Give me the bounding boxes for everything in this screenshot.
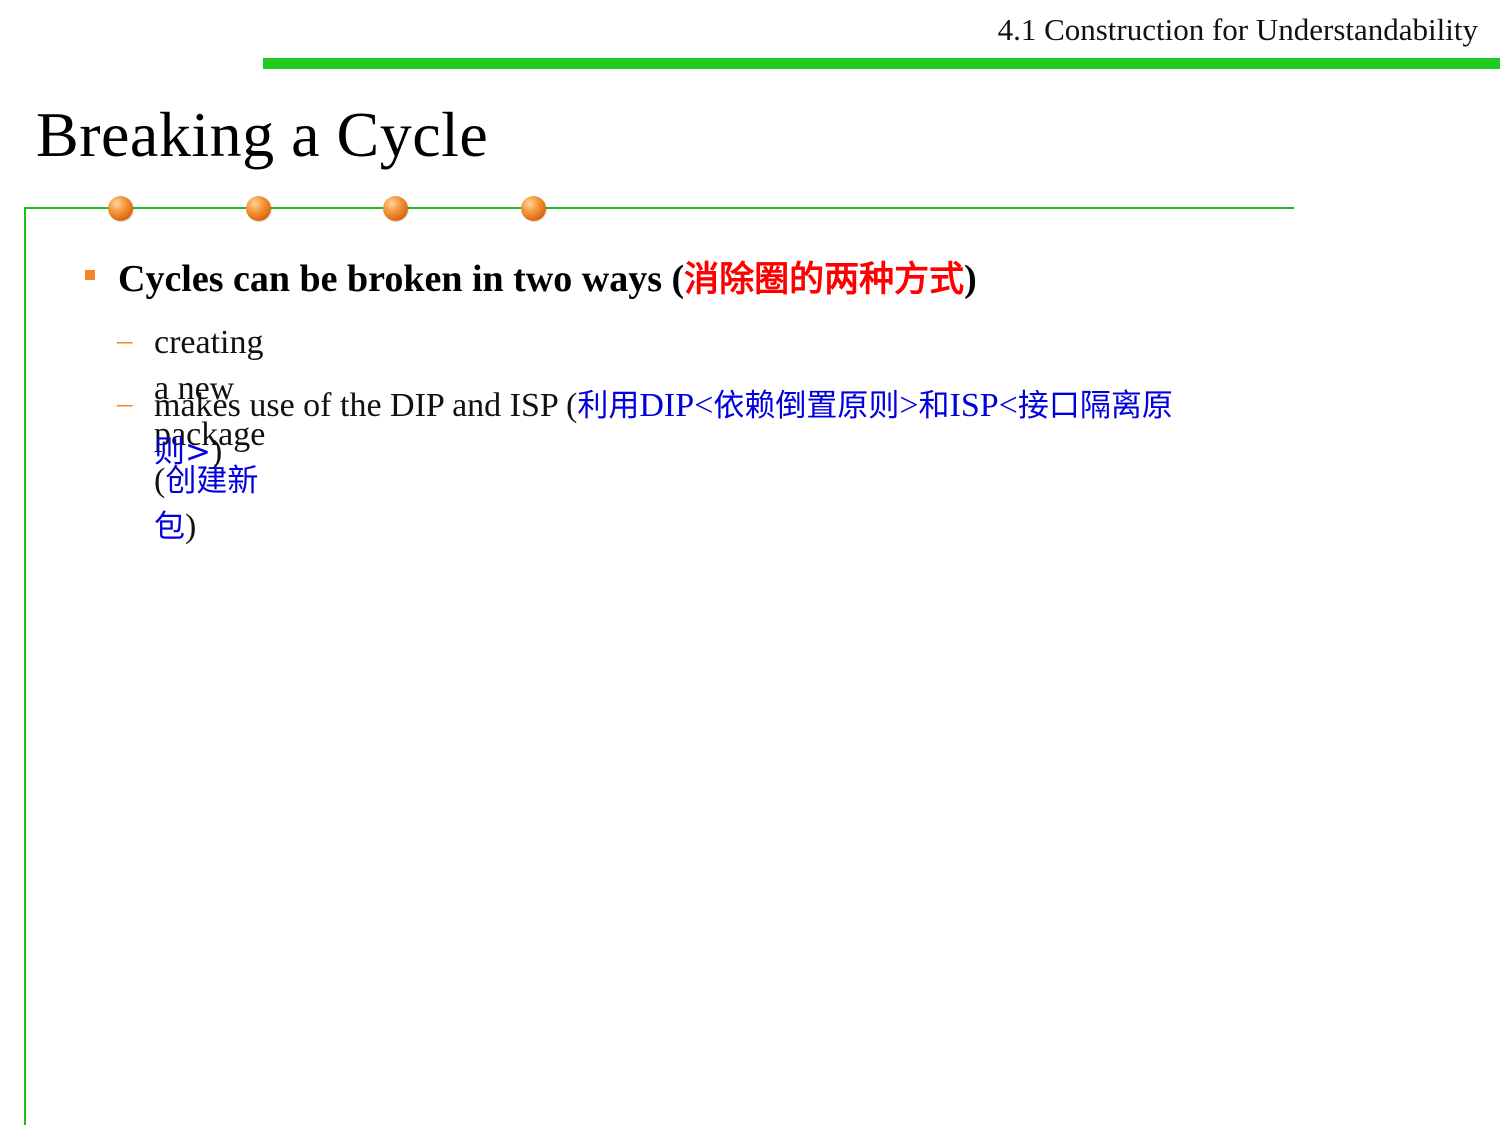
orange-dot xyxy=(521,196,546,221)
sub-item-2-close: ) xyxy=(210,433,223,470)
sub-item-2-zh-4: 接口隔离原 xyxy=(1017,388,1173,424)
section-header: 4.1 Construction for Understandability xyxy=(997,12,1478,47)
sub-item-2-zh-1: 利用 xyxy=(577,388,640,424)
orange-dot xyxy=(108,196,133,221)
sub-item-2-zh-5: 则> xyxy=(154,434,211,470)
sub-item-2-zh-2: 依赖倒置原则 xyxy=(713,388,900,424)
orange-dot xyxy=(383,196,408,221)
dash-icon: – xyxy=(117,322,133,357)
sub-item-2-zh-3: 和 xyxy=(918,388,950,424)
frame-left-line xyxy=(24,207,26,1125)
bullet-main: Cycles can be broken in two ways (消除圈的两种… xyxy=(118,251,977,302)
sub-item-2-dip: DIP< xyxy=(639,387,714,424)
bullet-main-close: ) xyxy=(964,258,977,300)
slide-title: Breaking a Cycle xyxy=(36,99,489,170)
dash-icon: – xyxy=(117,385,133,420)
bullet-square-icon xyxy=(85,270,95,280)
sub-item-2-isp: ISP< xyxy=(949,387,1018,424)
frame-top-line xyxy=(24,207,1294,209)
sub-item-2-gt: > xyxy=(899,387,919,424)
sub-item-1-chinese: 创建新包 xyxy=(154,463,259,545)
bullet-main-text: Cycles can be broken in two ways ( xyxy=(118,258,685,300)
sub-item-2: makes use of the DIP and ISP (利用DIP<依赖倒置… xyxy=(154,383,1394,475)
header-bar xyxy=(263,58,1500,69)
sub-item-2-text: makes use of the DIP and ISP ( xyxy=(154,387,578,424)
orange-dot xyxy=(246,196,271,221)
sub-item-1-close: ) xyxy=(185,508,197,545)
bullet-main-chinese: 消除圈的两种方式 xyxy=(684,260,965,300)
